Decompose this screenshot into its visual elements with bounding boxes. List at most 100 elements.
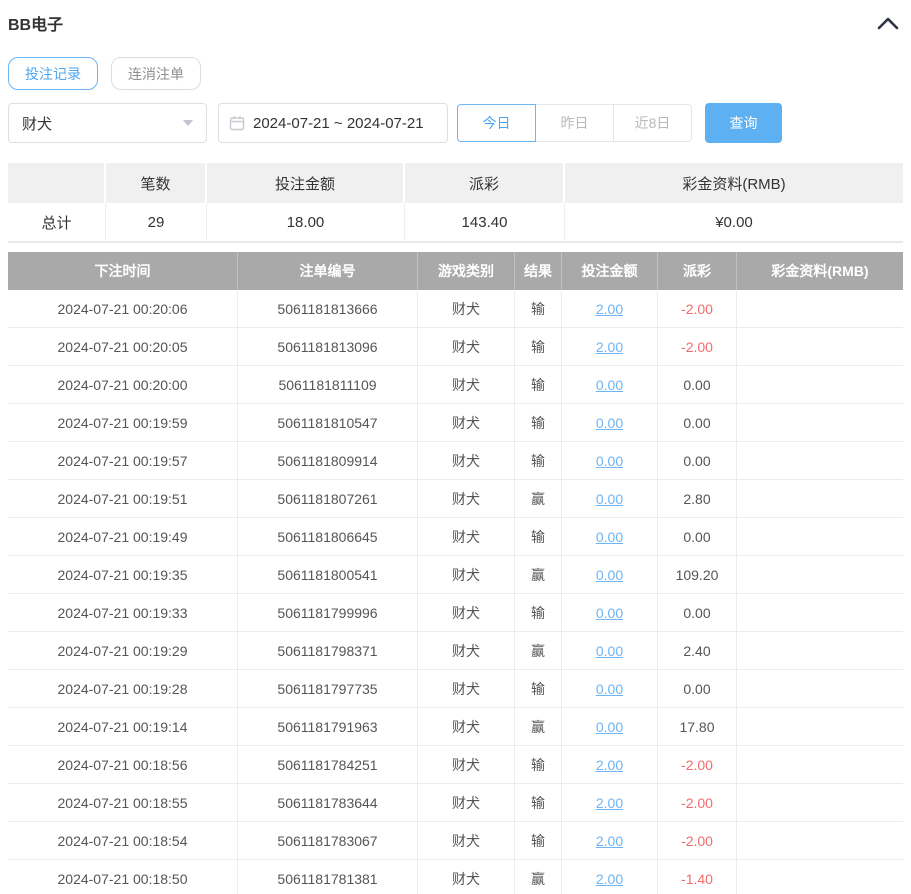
quick-date-group: 今日 昨日 近8日 <box>457 104 692 142</box>
cell-bet-time: 2024-07-21 00:19:14 <box>8 708 238 745</box>
table-row: 2024-07-21 00:20:05 5061181813096 财犬 输 2… <box>8 328 903 366</box>
table-row: 2024-07-21 00:19:51 5061181807261 财犬 赢 0… <box>8 480 903 518</box>
filter-bar: 财犬 2024-07-21 ~ 2024-07-21 今日 昨日 近8日 查询 <box>8 103 903 143</box>
bet-amount-link[interactable]: 2.00 <box>596 795 623 811</box>
bet-amount-link[interactable]: 0.00 <box>596 415 623 431</box>
col-header-payout: 派彩 <box>658 252 737 290</box>
query-button[interactable]: 查询 <box>705 103 782 143</box>
cell-result: 输 <box>515 518 562 555</box>
cell-bet-time: 2024-07-21 00:19:59 <box>8 404 238 441</box>
cell-payout: 0.00 <box>658 404 737 441</box>
table-row: 2024-07-21 00:20:00 5061181811109 财犬 输 0… <box>8 366 903 404</box>
cell-result: 赢 <box>515 480 562 517</box>
bet-amount-link[interactable]: 0.00 <box>596 491 623 507</box>
cell-game-type: 财犬 <box>418 784 515 821</box>
cell-payout: -1.40 <box>658 860 737 894</box>
panel-header: BB电子 <box>8 12 903 34</box>
summary-header-bonus: 彩金资料(RMB) <box>565 163 903 203</box>
cell-order-number: 5061181800541 <box>238 556 418 593</box>
bet-amount-link[interactable]: 0.00 <box>596 529 623 545</box>
tab-cancelled-orders[interactable]: 连消注单 <box>111 57 201 90</box>
summary-total-row: 总计 29 18.00 143.40 ¥0.00 <box>8 203 903 243</box>
quick-yesterday-button[interactable]: 昨日 <box>535 104 614 142</box>
summary-total-bonus: ¥0.00 <box>715 213 753 231</box>
summary-header-bet-amount: 投注金额 <box>207 163 405 203</box>
summary-header-row: 笔数 投注金额 派彩 彩金资料(RMB) <box>8 163 903 203</box>
table-row: 2024-07-21 00:19:59 5061181810547 财犬 输 0… <box>8 404 903 442</box>
cell-bet-time: 2024-07-21 00:20:05 <box>8 328 238 365</box>
cell-bonus <box>737 632 903 669</box>
cell-bet-time: 2024-07-21 00:19:35 <box>8 556 238 593</box>
summary-total-label: 总计 <box>8 203 106 241</box>
cell-bet-amount: 0.00 <box>562 366 658 403</box>
bet-amount-link[interactable]: 2.00 <box>596 757 623 773</box>
cell-bet-time: 2024-07-21 00:19:51 <box>8 480 238 517</box>
col-header-bet-amount: 投注金额 <box>562 252 658 290</box>
cell-order-number: 5061181813096 <box>238 328 418 365</box>
table-row: 2024-07-21 00:19:28 5061181797735 财犬 输 0… <box>8 670 903 708</box>
cell-bet-amount: 2.00 <box>562 290 658 327</box>
calendar-icon <box>229 115 245 131</box>
cell-bonus <box>737 366 903 403</box>
table-row: 2024-07-21 00:19:57 5061181809914 财犬 输 0… <box>8 442 903 480</box>
summary-total-payout: 143.40 <box>405 203 565 241</box>
cell-bet-time: 2024-07-21 00:18:54 <box>8 822 238 859</box>
cell-payout: -2.00 <box>658 290 737 327</box>
cell-result: 输 <box>515 290 562 327</box>
bet-amount-link[interactable]: 0.00 <box>596 567 623 583</box>
summary-header-empty <box>8 163 106 203</box>
table-row: 2024-07-21 00:19:49 5061181806645 财犬 输 0… <box>8 518 903 556</box>
cell-bet-amount: 0.00 <box>562 632 658 669</box>
cell-payout: 17.80 <box>658 708 737 745</box>
bet-amount-link[interactable]: 0.00 <box>596 453 623 469</box>
game-select[interactable]: 财犬 <box>8 103 207 143</box>
cell-order-number: 5061181781381 <box>238 860 418 894</box>
cell-game-type: 财犬 <box>418 860 515 894</box>
cell-result: 输 <box>515 822 562 859</box>
cell-bonus <box>737 480 903 517</box>
collapse-button[interactable] <box>873 12 903 34</box>
bet-amount-link[interactable]: 0.00 <box>596 605 623 621</box>
bet-amount-link[interactable]: 0.00 <box>596 719 623 735</box>
cell-payout: 0.00 <box>658 594 737 631</box>
record-tabs: 投注记录 连消注单 <box>8 57 903 90</box>
cell-game-type: 财犬 <box>418 404 515 441</box>
cell-bet-time: 2024-07-21 00:19:33 <box>8 594 238 631</box>
bet-amount-link[interactable]: 2.00 <box>596 301 623 317</box>
cell-order-number: 5061181809914 <box>238 442 418 479</box>
cell-bonus <box>737 290 903 327</box>
bet-amount-link[interactable]: 0.00 <box>596 681 623 697</box>
bet-amount-link[interactable]: 2.00 <box>596 339 623 355</box>
bet-amount-link[interactable]: 2.00 <box>596 871 623 887</box>
cell-bet-amount: 2.00 <box>562 784 658 821</box>
cell-game-type: 财犬 <box>418 442 515 479</box>
bet-amount-link[interactable]: 0.00 <box>596 643 623 659</box>
cell-bet-amount: 0.00 <box>562 708 658 745</box>
cell-bonus <box>737 328 903 365</box>
col-header-bet-time: 下注时间 <box>8 252 238 290</box>
cell-bet-time: 2024-07-21 00:19:57 <box>8 442 238 479</box>
quick-today-button[interactable]: 今日 <box>457 104 536 142</box>
cell-result: 赢 <box>515 632 562 669</box>
date-range-input[interactable]: 2024-07-21 ~ 2024-07-21 <box>218 103 448 143</box>
cell-payout: 2.80 <box>658 480 737 517</box>
bet-amount-link[interactable]: 0.00 <box>596 377 623 393</box>
bet-amount-link[interactable]: 2.00 <box>596 833 623 849</box>
cell-order-number: 5061181799996 <box>238 594 418 631</box>
bet-records-table: 下注时间 注单编号 游戏类别 结果 投注金额 派彩 彩金资料(RMB) 2024… <box>8 252 903 894</box>
cell-payout: 0.00 <box>658 442 737 479</box>
quick-last8days-button[interactable]: 近8日 <box>613 104 692 142</box>
cell-order-number: 5061181807261 <box>238 480 418 517</box>
table-body: 2024-07-21 00:20:06 5061181813666 财犬 输 2… <box>8 290 903 894</box>
tab-bet-records[interactable]: 投注记录 <box>8 57 98 90</box>
table-row: 2024-07-21 00:18:50 5061181781381 财犬 赢 2… <box>8 860 903 894</box>
cell-game-type: 财犬 <box>418 556 515 593</box>
cell-game-type: 财犬 <box>418 328 515 365</box>
cell-game-type: 财犬 <box>418 746 515 783</box>
cell-payout: 2.40 <box>658 632 737 669</box>
cell-order-number: 5061181813666 <box>238 290 418 327</box>
cell-bonus <box>737 442 903 479</box>
summary-header-payout: 派彩 <box>405 163 565 203</box>
table-row: 2024-07-21 00:18:55 5061181783644 财犬 输 2… <box>8 784 903 822</box>
cell-bet-amount: 0.00 <box>562 404 658 441</box>
